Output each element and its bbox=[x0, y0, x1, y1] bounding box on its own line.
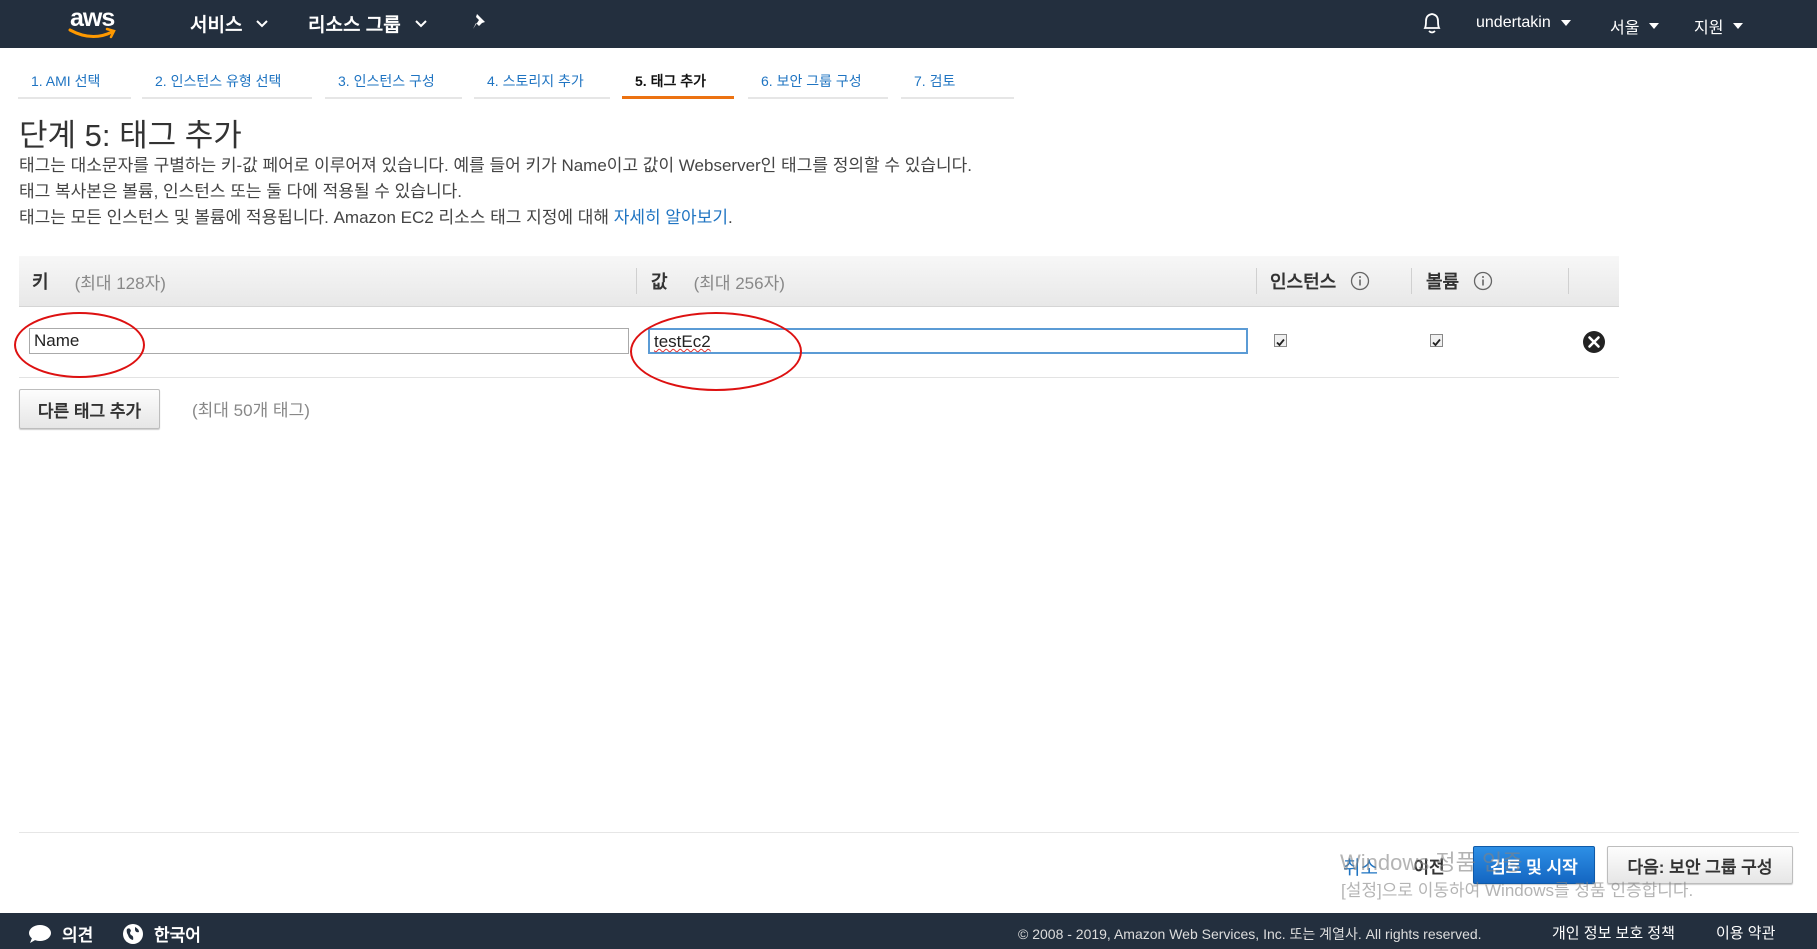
pin-icon[interactable] bbox=[470, 12, 490, 32]
add-another-tag-button[interactable]: 다른 태그 추가 bbox=[19, 389, 160, 429]
top-navigation-bar: aws 서비스 리소스 그룹 undertakin 서울 지원 bbox=[0, 0, 1817, 48]
copyright-text: © 2008 - 2019, Amazon Web Services, Inc.… bbox=[1018, 926, 1482, 942]
tags-table-header: 키 (최대 128자) 값 (최대 256자) 인스턴스 볼륨 bbox=[19, 256, 1619, 307]
footer-bar: 의견 한국어 © 2008 - 2019, Amazon Web Service… bbox=[0, 913, 1817, 949]
resource-groups-menu[interactable]: 리소스 그룹 bbox=[308, 10, 427, 37]
cancel-link[interactable]: 취소 bbox=[1343, 853, 1378, 880]
support-label: 지원 bbox=[1694, 20, 1724, 37]
learn-more-link[interactable]: 자세히 알아보기 bbox=[614, 208, 728, 227]
aws-logo[interactable]: aws bbox=[68, 4, 128, 42]
page-title: 단계 5: 태그 추가 bbox=[19, 118, 242, 153]
volumes-header-label: 볼륨 bbox=[1426, 272, 1460, 292]
actions-divider bbox=[19, 832, 1799, 833]
annotation-circle-value bbox=[630, 312, 802, 391]
annotation-circle-key bbox=[14, 312, 145, 378]
column-divider bbox=[636, 268, 637, 294]
region-menu[interactable]: 서울 bbox=[1610, 14, 1660, 38]
description-line-3-text: 태그는 모든 인스턴스 및 볼륨에 적용됩니다. Amazon EC2 리소스 … bbox=[19, 208, 614, 227]
value-header-label: 값 bbox=[651, 272, 668, 292]
description-line-1: 태그는 대소문자를 구별하는 키-값 페어로 이루어져 있습니다. 예를 들어 … bbox=[19, 156, 972, 175]
globe-icon bbox=[123, 923, 143, 944]
support-menu[interactable]: 지원 bbox=[1694, 14, 1744, 38]
volumes-checkbox[interactable] bbox=[1430, 334, 1443, 347]
step-tab-review[interactable]: 7. 검토 bbox=[901, 67, 1014, 99]
step-tab-add-tags[interactable]: 5. 태그 추가 bbox=[622, 67, 734, 99]
region-label: 서울 bbox=[1610, 20, 1640, 37]
aws-smile-icon bbox=[68, 27, 116, 39]
next-security-group-button[interactable]: 다음: 보안 그룹 구성 bbox=[1607, 846, 1793, 884]
review-and-launch-button[interactable]: 검토 및 시작 bbox=[1473, 846, 1595, 884]
resource-groups-label: 리소스 그룹 bbox=[308, 15, 401, 36]
key-column-header: 키 (최대 128자) bbox=[32, 268, 166, 294]
account-menu[interactable]: undertakin bbox=[1476, 14, 1571, 32]
language-selector[interactable]: 한국어 bbox=[122, 921, 201, 946]
services-menu[interactable]: 서비스 bbox=[190, 10, 269, 37]
step-tab-add-storage[interactable]: 4. 스토리지 추가 bbox=[474, 67, 610, 99]
step-tab-ami[interactable]: 1. AMI 선택 bbox=[18, 67, 131, 99]
step-tab-configure-instance[interactable]: 3. 인스턴스 구성 bbox=[325, 67, 462, 99]
instances-checkbox[interactable] bbox=[1274, 334, 1287, 347]
checkmark-icon bbox=[1276, 338, 1285, 347]
instances-header-label: 인스턴스 bbox=[1270, 272, 1337, 292]
feedback-button[interactable]: 의견 bbox=[28, 921, 93, 946]
info-icon[interactable] bbox=[1350, 271, 1370, 291]
instances-column-header: 인스턴스 bbox=[1270, 268, 1370, 294]
key-header-label: 키 bbox=[32, 272, 49, 292]
description-line-3-end: . bbox=[727, 208, 733, 227]
add-tag-limit-note: (최대 50개 태그) bbox=[192, 401, 310, 420]
caret-down-icon bbox=[1733, 23, 1744, 29]
remove-tag-icon[interactable] bbox=[1582, 330, 1606, 354]
key-header-hint: (최대 128자) bbox=[74, 273, 166, 293]
column-divider bbox=[1411, 268, 1412, 294]
volumes-column-header: 볼륨 bbox=[1426, 268, 1493, 294]
column-divider bbox=[1568, 268, 1569, 294]
language-label: 한국어 bbox=[154, 926, 201, 945]
description-line-3: 태그는 모든 인스턴스 및 볼륨에 적용됩니다. Amazon EC2 리소스 … bbox=[19, 203, 733, 228]
chevron-down-icon bbox=[256, 19, 269, 27]
description-line-2: 태그 복사본은 볼륨, 인스턴스 또는 둘 다에 적용될 수 있습니다. bbox=[19, 182, 462, 201]
privacy-policy-link[interactable]: 개인 정보 보호 정책 bbox=[1552, 922, 1675, 943]
info-icon[interactable] bbox=[1473, 271, 1493, 291]
chevron-down-icon bbox=[414, 19, 427, 27]
speech-bubble-icon bbox=[29, 924, 51, 943]
feedback-label: 의견 bbox=[62, 926, 94, 945]
step-tab-instance-type[interactable]: 2. 인스턴스 유형 선택 bbox=[142, 67, 312, 99]
column-divider bbox=[1256, 268, 1257, 294]
checkmark-icon bbox=[1432, 338, 1441, 347]
caret-down-icon bbox=[1649, 23, 1660, 29]
bell-icon[interactable] bbox=[1421, 11, 1443, 35]
caret-down-icon bbox=[1560, 20, 1571, 26]
value-header-hint: (최대 256자) bbox=[693, 273, 785, 293]
terms-of-use-link[interactable]: 이용 약관 bbox=[1716, 922, 1775, 943]
tag-row: Name testEc2 bbox=[19, 307, 1619, 378]
value-column-header: 값 (최대 256자) bbox=[651, 268, 785, 294]
step-tab-security-group[interactable]: 6. 보안 그룹 구성 bbox=[748, 67, 888, 99]
account-username: undertakin bbox=[1476, 14, 1551, 31]
previous-button[interactable]: 이전 bbox=[1401, 846, 1457, 884]
services-label: 서비스 bbox=[190, 15, 243, 36]
